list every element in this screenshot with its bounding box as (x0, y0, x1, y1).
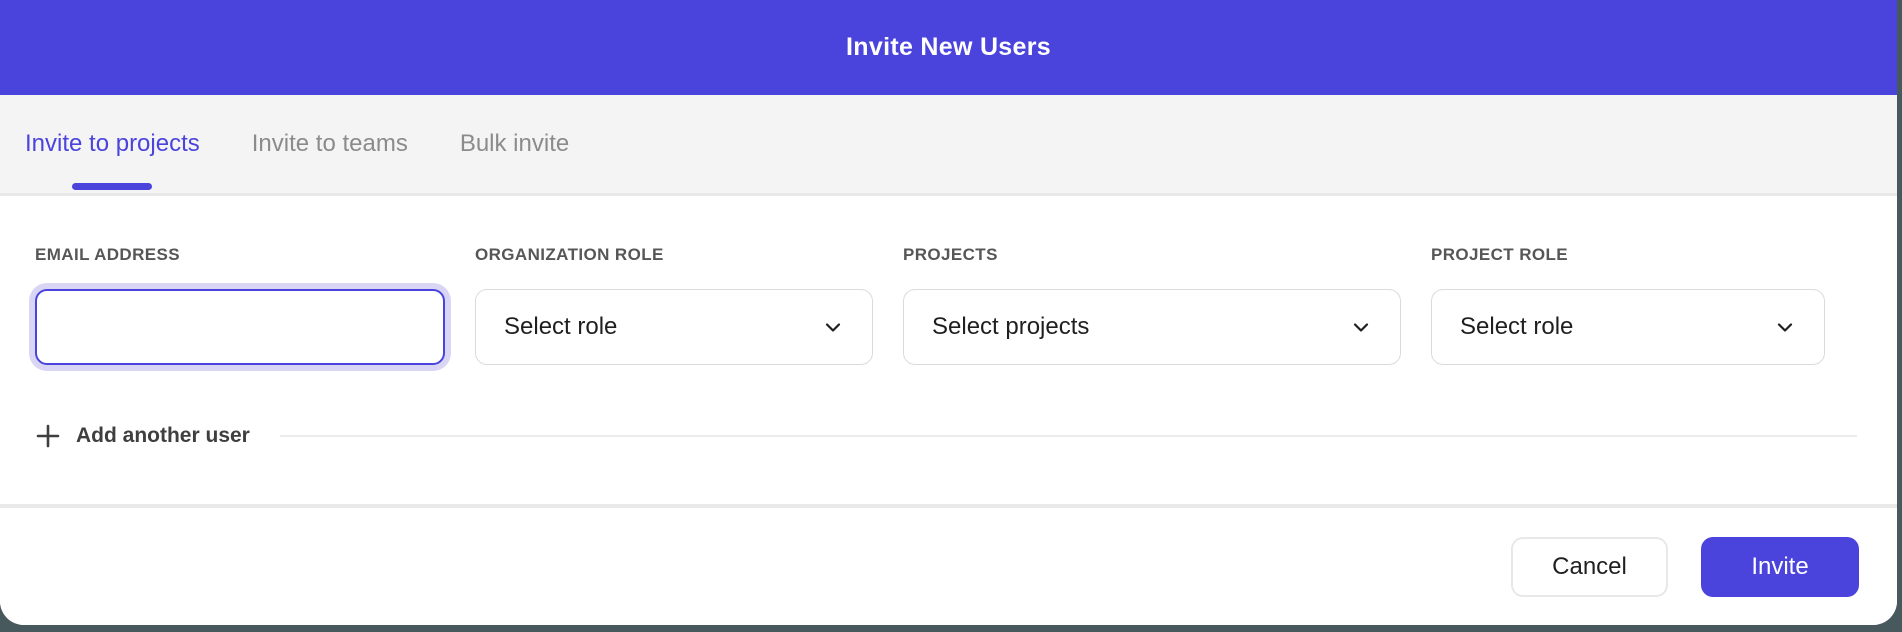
add-user-row: Add another user (35, 411, 1857, 461)
email-address-input[interactable] (35, 289, 445, 365)
add-another-user-button[interactable]: Add another user (35, 423, 250, 449)
tab-label: Bulk invite (460, 130, 569, 158)
organization-role-select[interactable]: Select role (475, 289, 873, 365)
tab-bar: Invite to projects Invite to teams Bulk … (0, 95, 1897, 196)
projects-select[interactable]: Select projects (903, 289, 1401, 365)
invite-button[interactable]: Invite (1701, 537, 1859, 597)
select-value: Select projects (932, 313, 1089, 341)
tab-label: Invite to projects (25, 130, 200, 158)
plus-icon (35, 423, 61, 449)
project-role-select[interactable]: Select role (1431, 289, 1825, 365)
tab-label: Invite to teams (252, 130, 408, 158)
project-role-field-group: PROJECT ROLE Select role (1431, 245, 1825, 365)
projects-field-group: PROJECTS Select projects (903, 245, 1401, 365)
tab-invite-to-projects[interactable]: Invite to projects (25, 95, 200, 193)
cancel-button[interactable]: Cancel (1511, 537, 1668, 597)
app-backdrop: Invite New Users Invite to projects Invi… (0, 0, 1902, 632)
chevron-down-icon (822, 316, 844, 338)
active-tab-indicator (72, 183, 152, 190)
email-address-label: EMAIL ADDRESS (35, 245, 445, 265)
organization-role-field-group: ORGANIZATION ROLE Select role (475, 245, 873, 365)
modal-header: Invite New Users (0, 0, 1897, 95)
invite-form: EMAIL ADDRESS ORGANIZATION ROLE Select r… (0, 196, 1897, 504)
divider-line (280, 435, 1857, 437)
select-value: Select role (504, 313, 617, 341)
modal-title: Invite New Users (846, 33, 1051, 62)
user-fields-row: EMAIL ADDRESS ORGANIZATION ROLE Select r… (0, 196, 1897, 365)
projects-label: PROJECTS (903, 245, 1401, 265)
modal-footer: Cancel Invite (0, 504, 1897, 625)
tab-bulk-invite[interactable]: Bulk invite (460, 95, 569, 193)
invite-new-users-modal: Invite New Users Invite to projects Invi… (0, 0, 1897, 625)
chevron-down-icon (1774, 316, 1796, 338)
organization-role-label: ORGANIZATION ROLE (475, 245, 873, 265)
email-address-field-group: EMAIL ADDRESS (35, 245, 445, 365)
add-another-user-label: Add another user (76, 424, 250, 448)
project-role-label: PROJECT ROLE (1431, 245, 1825, 265)
select-value: Select role (1460, 313, 1573, 341)
tab-invite-to-teams[interactable]: Invite to teams (252, 95, 408, 193)
chevron-down-icon (1350, 316, 1372, 338)
